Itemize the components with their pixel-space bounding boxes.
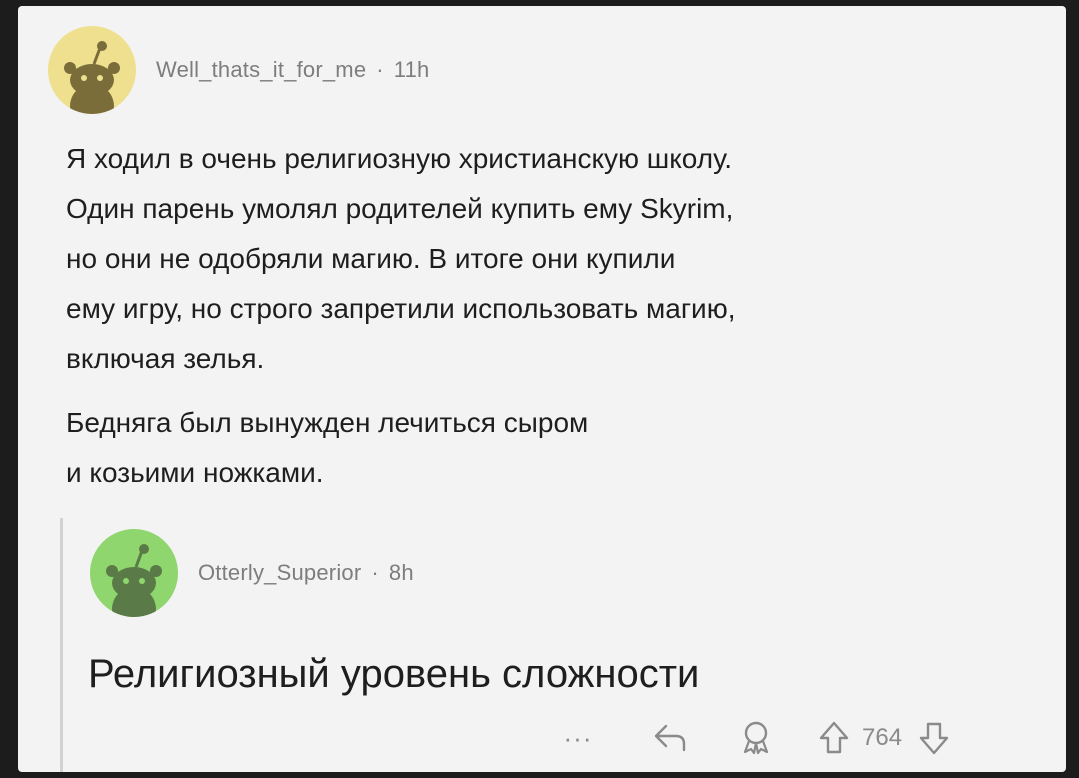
comment-header: Well_thats_it_for_me · 11h [48, 26, 429, 114]
author-name[interactable]: Well_thats_it_for_me [156, 57, 366, 83]
upvote-icon [819, 721, 849, 754]
avatar[interactable] [48, 26, 136, 114]
upvote-button[interactable] [816, 718, 852, 758]
vote-count: 764 [862, 724, 903, 751]
meta-separator: · [371, 560, 379, 585]
award-button[interactable] [736, 718, 776, 758]
comment-meta: Well_thats_it_for_me · 11h [156, 57, 429, 83]
downvote-icon [919, 722, 949, 755]
timestamp: 8h [388, 560, 414, 585]
reply-header: Otterly_Superior · 8h [90, 529, 414, 617]
award-icon [743, 721, 769, 755]
downvote-button[interactable] [916, 718, 952, 758]
snoo-avatar-icon [64, 41, 120, 114]
comment-paragraph: Бедняга был вынужден лечиться сыром и ко… [66, 407, 589, 488]
comment-card: Well_thats_it_for_me · 11h Я ходил в оче… [18, 6, 1066, 772]
reply-body: Религиозный уровень сложности [88, 652, 700, 696]
reply-actions: ··· 764 [558, 718, 952, 758]
reply-meta: Otterly_Superior · 8h [198, 560, 414, 586]
comment-paragraph: Я ходил в очень религиозную христианскую… [66, 143, 736, 374]
meta-separator: · [376, 57, 384, 82]
author-name[interactable]: Otterly_Superior [198, 560, 361, 586]
comment-body: Я ходил в очень религиозную христианскую… [66, 134, 1026, 498]
thread-line[interactable] [60, 518, 63, 772]
timestamp: 11h [393, 57, 430, 82]
more-options-button[interactable]: ··· [558, 723, 598, 754]
snoo-avatar-icon [106, 544, 162, 617]
reply-button[interactable] [650, 718, 690, 758]
avatar[interactable] [90, 529, 178, 617]
reply-icon [654, 724, 686, 752]
